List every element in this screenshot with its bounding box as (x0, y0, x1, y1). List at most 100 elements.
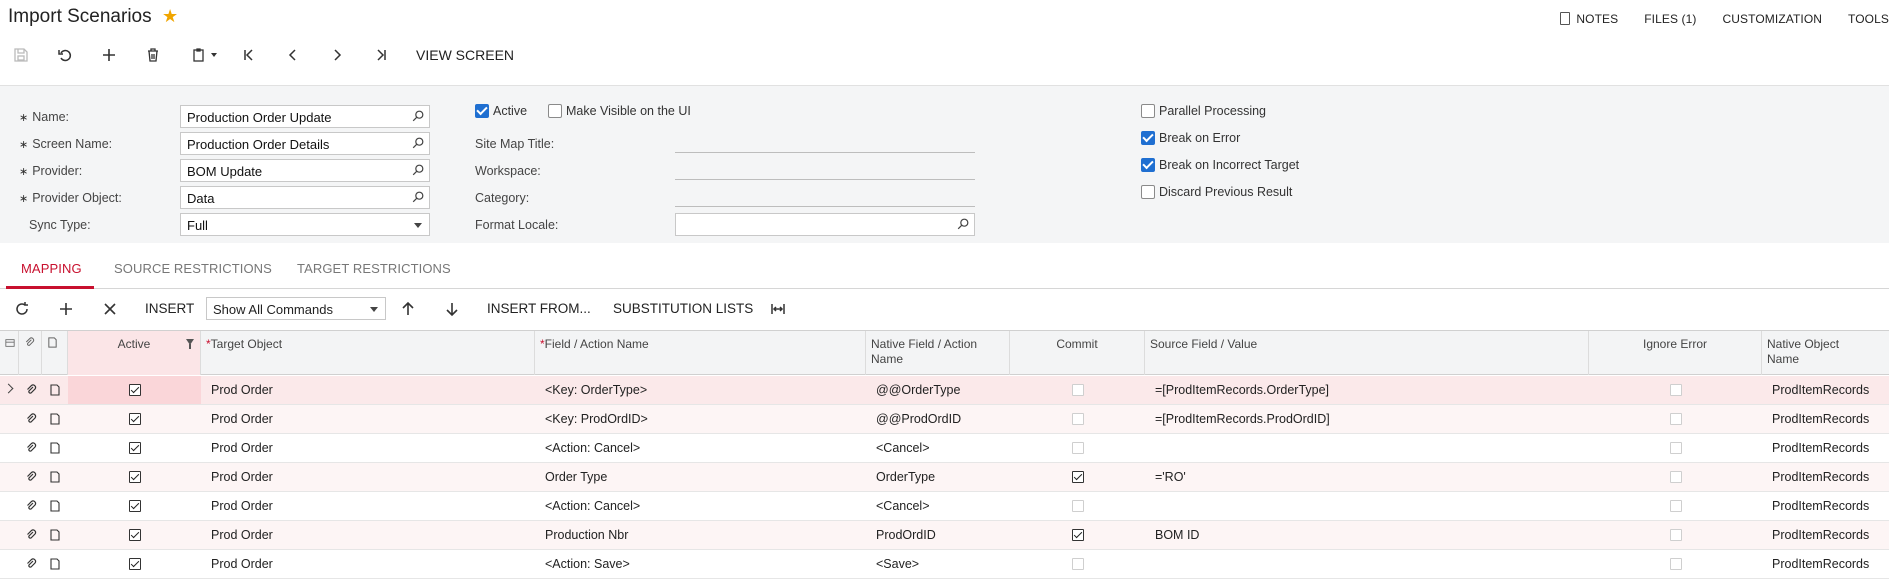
commit-cell[interactable] (1010, 434, 1145, 462)
source-field-value-cell[interactable]: BOM ID (1150, 521, 1588, 549)
native-field-cell[interactable]: <Save> (871, 550, 1009, 578)
provider-object-field[interactable]: Data (180, 186, 430, 209)
discard-previous-result-check-box[interactable] (1141, 185, 1155, 199)
native-object-name-cell[interactable]: ProdItemRecords (1767, 463, 1889, 491)
active-cell[interactable] (68, 550, 201, 578)
ignore-error-cell-checkbox[interactable] (1669, 413, 1682, 425)
make-visible-check-box[interactable] (548, 104, 562, 118)
header-ignore-error[interactable]: Ignore Error (1589, 331, 1762, 375)
row-selector[interactable] (0, 463, 19, 491)
parallel-processing-check-box[interactable] (1141, 104, 1155, 118)
header-source-field-value[interactable]: Source Field / Value (1145, 331, 1589, 375)
clipboard-menu-button[interactable] (184, 40, 224, 70)
ignore-error-cell-checkbox[interactable] (1669, 442, 1682, 454)
row-note[interactable] (42, 492, 68, 520)
native-field-cell[interactable]: <Cancel> (871, 492, 1009, 520)
commit-cell-checkbox[interactable] (1071, 558, 1084, 570)
row-attachment[interactable] (19, 492, 42, 520)
native-field-cell[interactable]: @@ProdOrdID (871, 405, 1009, 433)
ignore-error-cell-checkbox[interactable] (1669, 529, 1682, 541)
source-field-value-cell[interactable]: =[ProdItemRecords.OrderType] (1150, 376, 1588, 404)
ignore-error-cell[interactable] (1589, 463, 1762, 491)
active-cell[interactable] (68, 492, 201, 520)
last-record-button[interactable] (366, 40, 396, 70)
target-object-cell[interactable]: Prod Order (206, 405, 534, 433)
native-object-name-cell[interactable]: ProdItemRecords (1767, 492, 1889, 520)
ignore-error-cell-checkbox[interactable] (1669, 558, 1682, 570)
sync-type-select[interactable]: Full (180, 213, 430, 236)
header-native-field[interactable]: Native Field / Action Name (866, 331, 1010, 375)
active-cell[interactable] (68, 463, 201, 491)
source-field-value-cell[interactable] (1150, 492, 1588, 520)
row-selector[interactable] (0, 550, 19, 578)
field-action-name-cell[interactable]: Order Type (540, 463, 865, 491)
table-row[interactable]: Prod Order <Action: Cancel> <Cancel> ProdIt… (0, 492, 1889, 521)
fit-columns-button[interactable] (764, 294, 792, 324)
ignore-error-cell[interactable] (1589, 376, 1762, 404)
tab-source-restrictions[interactable]: SOURCE RESTRICTIONS (114, 261, 272, 276)
header-row-selector[interactable] (0, 331, 19, 375)
undo-button[interactable] (50, 40, 80, 70)
provider-field[interactable]: BOM Update (180, 159, 430, 182)
field-action-name-cell[interactable]: <Key: ProdOrdID> (540, 405, 865, 433)
tools-link[interactable]: TOOLS (1848, 12, 1889, 26)
commit-cell-checkbox[interactable] (1071, 471, 1084, 483)
files-link[interactable]: FILES (1) (1644, 12, 1696, 26)
active-cell[interactable] (68, 405, 201, 433)
commit-cell[interactable] (1010, 550, 1145, 578)
tab-target-restrictions[interactable]: TARGET RESTRICTIONS (297, 261, 451, 276)
target-object-cell[interactable]: Prod Order (206, 434, 534, 462)
row-note[interactable] (42, 521, 68, 549)
row-note[interactable] (42, 405, 68, 433)
ignore-error-cell[interactable] (1589, 434, 1762, 462)
screen-name-field[interactable]: Production Order Details (180, 132, 430, 155)
favorite-star-icon[interactable]: ★ (162, 6, 178, 27)
break-on-incorrect-target-checkbox[interactable]: Break on Incorrect Target (1141, 158, 1299, 172)
native-field-cell[interactable]: ProdOrdID (871, 521, 1009, 549)
move-up-button[interactable] (394, 294, 422, 324)
delete-button[interactable] (138, 40, 168, 70)
commit-cell-checkbox[interactable] (1071, 442, 1084, 454)
commit-cell-checkbox[interactable] (1071, 413, 1084, 425)
ignore-error-cell[interactable] (1589, 550, 1762, 578)
target-object-cell[interactable]: Prod Order (206, 550, 534, 578)
delete-row-button[interactable] (96, 294, 124, 324)
native-field-cell[interactable]: @@OrderType (871, 376, 1009, 404)
target-object-cell[interactable]: Prod Order (206, 492, 534, 520)
field-action-name-cell[interactable]: Production Nbr (540, 521, 865, 549)
active-cell-checkbox[interactable] (128, 558, 141, 570)
active-cell-checkbox[interactable] (128, 500, 141, 512)
header-notes[interactable] (42, 331, 68, 375)
row-attachment[interactable] (19, 463, 42, 491)
next-record-button[interactable] (322, 40, 352, 70)
move-down-button[interactable] (438, 294, 466, 324)
target-object-cell[interactable]: Prod Order (206, 521, 534, 549)
table-row[interactable]: Prod Order <Key: ProdOrdID> @@ProdOrdID =[P… (0, 405, 1889, 434)
commit-cell-checkbox[interactable] (1071, 529, 1084, 541)
native-field-cell[interactable]: OrderType (871, 463, 1009, 491)
active-cell[interactable] (68, 521, 201, 549)
source-field-value-cell[interactable]: ='RO' (1150, 463, 1588, 491)
row-attachment[interactable] (19, 405, 42, 433)
active-cell-checkbox[interactable] (128, 442, 141, 454)
ignore-error-cell[interactable] (1589, 492, 1762, 520)
commit-cell[interactable] (1010, 492, 1145, 520)
header-attachments[interactable] (19, 331, 42, 375)
native-object-name-cell[interactable]: ProdItemRecords (1767, 376, 1889, 404)
source-field-value-cell[interactable]: =[ProdItemRecords.ProdOrdID] (1150, 405, 1588, 433)
discard-previous-result-checkbox[interactable]: Discard Previous Result (1141, 185, 1292, 199)
row-selector[interactable] (0, 376, 19, 404)
search-icon[interactable] (411, 136, 425, 150)
native-object-name-cell[interactable]: ProdItemRecords (1767, 405, 1889, 433)
filter-icon[interactable] (186, 339, 194, 349)
active-cell-checkbox[interactable] (128, 413, 141, 425)
previous-record-button[interactable] (278, 40, 308, 70)
row-attachment[interactable] (19, 521, 42, 549)
customization-link[interactable]: CUSTOMIZATION (1723, 12, 1823, 26)
row-attachment[interactable] (19, 550, 42, 578)
add-button[interactable] (94, 40, 124, 70)
row-note[interactable] (42, 434, 68, 462)
header-target-object[interactable]: *Target Object (201, 331, 535, 375)
commit-cell[interactable] (1010, 521, 1145, 549)
save-button[interactable] (6, 40, 36, 70)
